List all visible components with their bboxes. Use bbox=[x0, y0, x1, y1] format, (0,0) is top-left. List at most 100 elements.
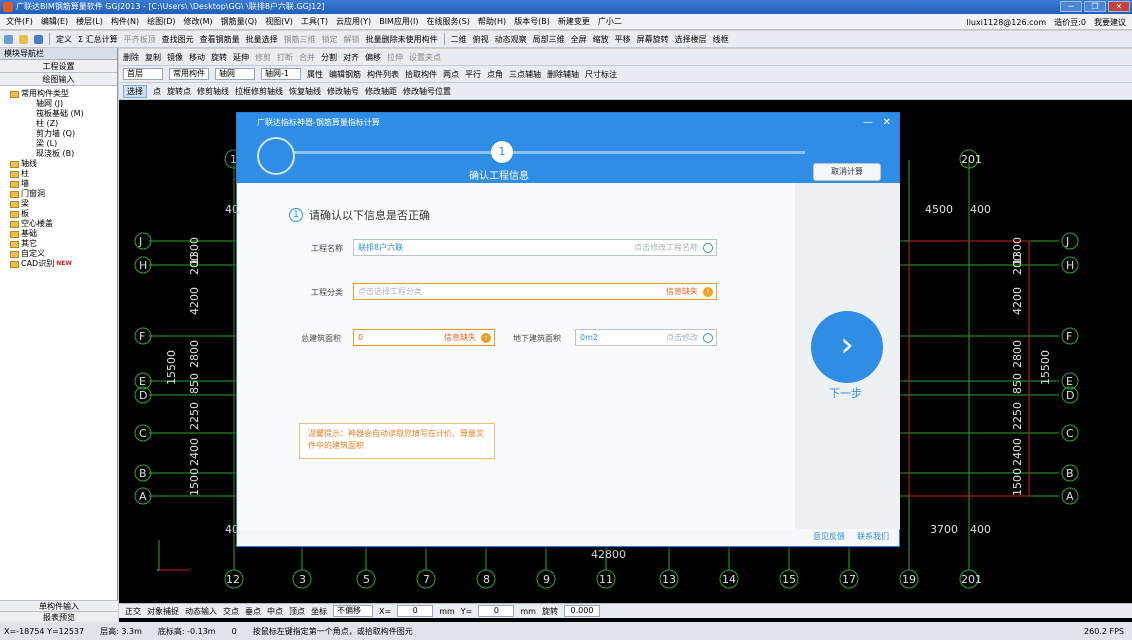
category-select[interactable]: 常用构件 bbox=[169, 68, 209, 80]
rotate-checkbox-label[interactable]: 旋转 bbox=[542, 606, 558, 617]
menu-cloud[interactable]: 云应用(Y) bbox=[336, 16, 371, 27]
tree-item-column[interactable]: 柱 (Z) bbox=[10, 119, 117, 129]
tb-split[interactable]: 分割 bbox=[321, 52, 337, 63]
tb-batch-delete[interactable]: 批量删除未使用构件 bbox=[366, 34, 438, 45]
menu-new-change[interactable]: 新建变更 bbox=[558, 16, 590, 27]
minimize-button[interactable]: ─ bbox=[1060, 1, 1082, 12]
tree-group-beam[interactable]: 梁 bbox=[10, 199, 117, 209]
contact-link[interactable]: 联系我们 bbox=[857, 531, 889, 542]
tb-flat-top[interactable]: 平齐板顶 bbox=[124, 34, 156, 45]
tb-two-point[interactable]: 两点 bbox=[443, 69, 459, 80]
tb-wireframe[interactable]: 线框 bbox=[713, 34, 729, 45]
tb-break[interactable]: 打断 bbox=[277, 52, 293, 63]
floor-select[interactable]: 首层 bbox=[123, 68, 163, 80]
tb-mirror[interactable]: 镜像 bbox=[167, 52, 183, 63]
tb-select-floor[interactable]: 选择楼层 bbox=[675, 34, 707, 45]
maximize-button[interactable]: ❐ bbox=[1084, 1, 1106, 12]
tb-lock[interactable]: 锁定 bbox=[322, 34, 338, 45]
tree-group-slab[interactable]: 板 bbox=[10, 209, 117, 219]
snap-coordinate[interactable]: 坐标 bbox=[311, 606, 327, 617]
close-button[interactable]: ✕ bbox=[1108, 1, 1130, 12]
tb-parallel[interactable]: 平行 bbox=[465, 69, 481, 80]
tb-pick[interactable]: 拾取构件 bbox=[405, 69, 437, 80]
snap-object[interactable]: 对象捕捉 bbox=[147, 606, 179, 617]
tb-edit-axis-no[interactable]: 修改轴号 bbox=[327, 86, 359, 97]
rotate-input[interactable]: 0.000 bbox=[563, 605, 600, 617]
user-email[interactable]: liuxi1128@126.com bbox=[966, 18, 1046, 27]
tb-grip[interactable]: 设置夹点 bbox=[409, 52, 441, 63]
snap-perpendicular[interactable]: 垂点 bbox=[245, 606, 261, 617]
menu-online[interactable]: 在线服务(S) bbox=[427, 16, 470, 27]
tb-point[interactable]: 点 bbox=[153, 86, 161, 97]
tree-group-wall[interactable]: 墙 bbox=[10, 179, 117, 189]
tree-item-shearwall[interactable]: 剪力墙 (Q) bbox=[10, 129, 117, 139]
tb-merge[interactable]: 合并 bbox=[299, 52, 315, 63]
tb-unlock[interactable]: 解锁 bbox=[344, 34, 360, 45]
nav-single-input[interactable]: 单构件输入 bbox=[0, 600, 118, 611]
tb-align[interactable]: 对齐 bbox=[343, 52, 359, 63]
instance-select[interactable]: 轴网-1 bbox=[261, 68, 301, 80]
y-input[interactable]: 0 bbox=[478, 605, 515, 617]
snap-dynamic[interactable]: 动态输入 bbox=[185, 606, 217, 617]
snap-intersection[interactable]: 交点 bbox=[223, 606, 239, 617]
menu-view[interactable]: 视图(V) bbox=[265, 16, 293, 27]
underground-area-field[interactable]: 0m2 点击修改 bbox=[575, 329, 717, 346]
tb-rotate-point[interactable]: 旋转点 bbox=[167, 86, 191, 97]
project-category-select[interactable]: 点击选择工程分类 信息缺失 ! bbox=[353, 283, 717, 300]
menu-tools[interactable]: 工具(T) bbox=[301, 16, 328, 27]
tb-zoom[interactable]: 缩放 bbox=[593, 34, 609, 45]
open-file-icon[interactable] bbox=[19, 34, 28, 44]
x-input[interactable]: 0 bbox=[397, 605, 434, 617]
next-step-button[interactable]: › bbox=[811, 311, 883, 383]
tb-three-point[interactable]: 三点辅轴 bbox=[509, 69, 541, 80]
menu-edit[interactable]: 编辑(E) bbox=[41, 16, 68, 27]
tb-fullscreen[interactable]: 全屏 bbox=[571, 34, 587, 45]
tree-root[interactable]: 常用构件类型 bbox=[10, 89, 117, 99]
tb-rotate[interactable]: 旋转 bbox=[211, 52, 227, 63]
nav-drawing-input[interactable]: 绘图输入 bbox=[0, 73, 117, 86]
project-name-field[interactable]: 联排8户六联 点击修改工程名称 bbox=[353, 239, 717, 256]
menu-bim[interactable]: BIM应用(I) bbox=[379, 16, 418, 27]
tree-group-other[interactable]: 其它 bbox=[10, 239, 117, 249]
tb-edit-axis-pos[interactable]: 修改轴号位置 bbox=[403, 86, 451, 97]
snap-midpoint[interactable]: 中点 bbox=[267, 606, 283, 617]
dialog-close-button[interactable]: ✕ bbox=[883, 113, 891, 133]
menu-guangxiaoer[interactable]: 广小二 bbox=[598, 16, 622, 27]
snap-vertex[interactable]: 顶点 bbox=[289, 606, 305, 617]
tb-rotate-screen[interactable]: 屏幕旋转 bbox=[637, 34, 669, 45]
tb-select[interactable]: 选择 bbox=[123, 84, 147, 98]
menu-component[interactable]: 构件(N) bbox=[111, 16, 139, 27]
tb-local-3d[interactable]: 局部三维 bbox=[533, 34, 565, 45]
tb-find[interactable]: 查找图元 bbox=[162, 34, 194, 45]
tb-edit-rebar[interactable]: 编辑钢筋 bbox=[329, 69, 361, 80]
menu-file[interactable]: 文件(F) bbox=[6, 16, 33, 27]
total-area-field[interactable]: 0 信息缺失 ! bbox=[353, 329, 495, 346]
price-beans[interactable]: 造价豆:0 bbox=[1054, 17, 1086, 28]
tb-trim[interactable]: 修剪 bbox=[255, 52, 271, 63]
menu-floor[interactable]: 楼层(L) bbox=[76, 16, 103, 27]
tb-delete[interactable]: 删除 bbox=[123, 52, 139, 63]
cancel-calc-button[interactable]: 取消计算 bbox=[813, 163, 881, 181]
suggest-link[interactable]: 我要建议 bbox=[1094, 17, 1126, 28]
tb-dimension[interactable]: 尺寸标注 bbox=[585, 69, 617, 80]
dialog-minimize-button[interactable]: — bbox=[863, 113, 873, 133]
tb-view-rebar[interactable]: 查看钢筋量 bbox=[200, 34, 240, 45]
tree-group-column[interactable]: 柱 bbox=[10, 169, 117, 179]
menu-draw[interactable]: 绘图(D) bbox=[147, 16, 175, 27]
tb-delete-aux[interactable]: 删除辅轴 bbox=[547, 69, 579, 80]
menu-modify[interactable]: 修改(M) bbox=[183, 16, 212, 27]
tb-box-trim-axis[interactable]: 拉框修剪轴线 bbox=[235, 86, 283, 97]
tree-item-beam[interactable]: 梁 (L) bbox=[10, 139, 117, 149]
tb-trim-axis[interactable]: 修剪轴线 bbox=[197, 86, 229, 97]
menu-rebar[interactable]: 钢筋量(Q) bbox=[221, 16, 258, 27]
tb-point-angle[interactable]: 点角 bbox=[487, 69, 503, 80]
tb-2d[interactable]: 二维 bbox=[451, 34, 467, 45]
tree-group-opening[interactable]: 门窗洞 bbox=[10, 189, 117, 199]
tb-edit-axis-dist[interactable]: 修改轴距 bbox=[365, 86, 397, 97]
component-select[interactable]: 轴网 bbox=[215, 68, 255, 80]
tb-rebar-3d[interactable]: 钢筋三维 bbox=[284, 34, 316, 45]
next-step-label[interactable]: 下一步 bbox=[829, 385, 862, 401]
save-icon[interactable] bbox=[34, 34, 43, 44]
tree-group-custom[interactable]: 自定义 bbox=[10, 249, 117, 259]
nav-report-preview[interactable]: 报表预览 bbox=[0, 611, 118, 622]
